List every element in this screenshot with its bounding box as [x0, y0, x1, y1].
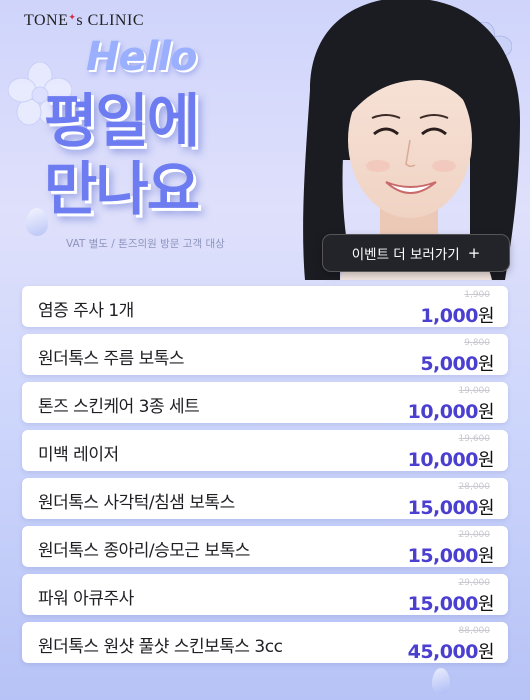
item-name: 원더톡스 원샷 풀샷 스킨보톡스 3cc — [38, 637, 283, 657]
list-item[interactable]: 염증 주사 1개 1,900 1,000원 — [22, 286, 508, 327]
original-price: 19,600 — [458, 434, 491, 444]
droplet-decoration-icon — [432, 668, 450, 694]
list-item[interactable]: 파워 아큐주사 29,000 15,000원 — [22, 574, 508, 615]
original-price: 88,000 — [458, 626, 491, 636]
sale-price: 15,000원 — [407, 545, 495, 567]
sale-price: 10,000원 — [407, 449, 495, 471]
list-item[interactable]: 미백 레이저 19,600 10,000원 — [22, 430, 508, 471]
sale-price: 45,000원 — [407, 641, 495, 663]
sale-price: 15,000원 — [407, 497, 495, 519]
price-list: 염증 주사 1개 1,900 1,000원 원더톡스 주름 보톡스 9,800 … — [22, 286, 508, 670]
original-price: 19,000 — [458, 386, 491, 396]
original-price: 9,800 — [464, 338, 490, 348]
headline-line-2: 만나요 — [44, 155, 200, 223]
item-name: 염증 주사 1개 — [38, 301, 134, 321]
hello-title: Hello — [86, 34, 198, 80]
sale-price: 10,000원 — [407, 401, 495, 423]
event-banner: TONE✦s CLINIC Hello 평일에 만나요 VAT 별도 / 톤즈의… — [0, 0, 530, 700]
list-item[interactable]: 원더톡스 종아리/승모근 보톡스 29,000 15,000원 — [22, 526, 508, 567]
original-price: 29,000 — [458, 530, 491, 540]
notice-text: VAT 별도 / 톤즈의원 방문 고객 대상 — [66, 238, 225, 250]
original-price: 29,000 — [458, 578, 491, 588]
item-name: 파워 아큐주사 — [38, 589, 134, 609]
more-events-button[interactable]: 이벤트 더 보러가기 + — [322, 234, 510, 272]
sale-price: 15,000원 — [407, 593, 495, 615]
list-item[interactable]: 원더톡스 사각턱/침샘 보톡스 28,000 15,000원 — [22, 478, 508, 519]
item-name: 원더톡스 사각턱/침샘 보톡스 — [38, 493, 235, 513]
sale-price: 1,000원 — [420, 305, 494, 327]
item-name: 원더톡스 주름 보톡스 — [38, 349, 185, 369]
original-price: 1,900 — [464, 290, 490, 300]
more-events-label: 이벤트 더 보러가기 — [351, 247, 460, 263]
clinic-logo: TONE✦s CLINIC — [24, 12, 144, 29]
list-item[interactable]: 톤즈 스킨케어 3종 세트 19,000 10,000원 — [22, 382, 508, 423]
list-item[interactable]: 원더톡스 주름 보톡스 9,800 5,000원 — [22, 334, 508, 375]
item-name: 톤즈 스킨케어 3종 세트 — [38, 397, 200, 417]
original-price: 28,000 — [458, 482, 491, 492]
item-name: 미백 레이저 — [38, 445, 119, 465]
item-name: 원더톡스 종아리/승모근 보톡스 — [38, 541, 250, 561]
list-item[interactable]: 원더톡스 원샷 풀샷 스킨보톡스 3cc 88,000 45,000원 — [22, 622, 508, 663]
plus-icon: + — [467, 244, 481, 262]
sale-price: 5,000원 — [420, 353, 494, 375]
headline-line-1: 평일에 — [44, 87, 200, 155]
